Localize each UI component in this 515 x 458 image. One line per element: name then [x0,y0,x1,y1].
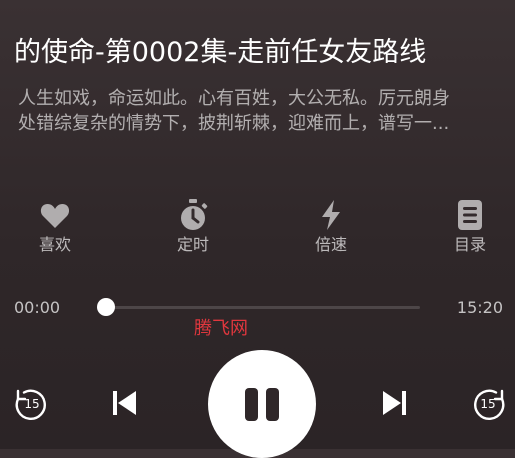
skip-forward-15-button[interactable]: 15 [472,386,506,420]
lightning-icon [322,200,340,230]
heart-icon [40,204,70,228]
stopwatch-icon [181,199,208,230]
total-time: 15:20 [456,298,503,317]
current-time: 00:00 [14,298,61,317]
skip-forward-seconds: 15 [480,397,495,411]
progress-bar[interactable] [106,306,420,309]
watermark-text: 腾飞网 [194,318,248,339]
skip-back-15-button[interactable]: 15 [14,386,48,420]
pause-button[interactable] [208,350,316,458]
skip-back-seconds: 15 [24,397,39,411]
track-description[interactable]: 人生如戏，命运如此。心有百姓，大公无私。厉元朗身 处错综复杂的情势下，披荆斩棘，… [18,86,512,136]
previous-button[interactable] [109,386,139,420]
pause-icon [245,388,279,421]
next-button[interactable] [380,386,410,420]
speed-button[interactable]: 倍速 [296,198,366,260]
track-title: 的使命-第0002集-走前任女友路线 [14,37,427,68]
speed-label: 倍速 [314,235,347,254]
progress-thumb[interactable] [97,298,115,316]
catalog-button[interactable]: 目录 [435,198,505,260]
like-label: 喜欢 [38,235,71,254]
like-button[interactable]: 喜欢 [20,198,90,260]
timer-label: 定时 [176,235,209,254]
list-icon [458,200,482,230]
catalog-label: 目录 [453,235,486,254]
timer-button[interactable]: 定时 [158,198,228,260]
description-line-2: 处错综复杂的情势下，披荆斩棘，迎难而上，谱写一... [18,113,450,134]
description-line-1: 人生如戏，命运如此。心有百姓，大公无私。厉元朗身 [18,88,450,109]
